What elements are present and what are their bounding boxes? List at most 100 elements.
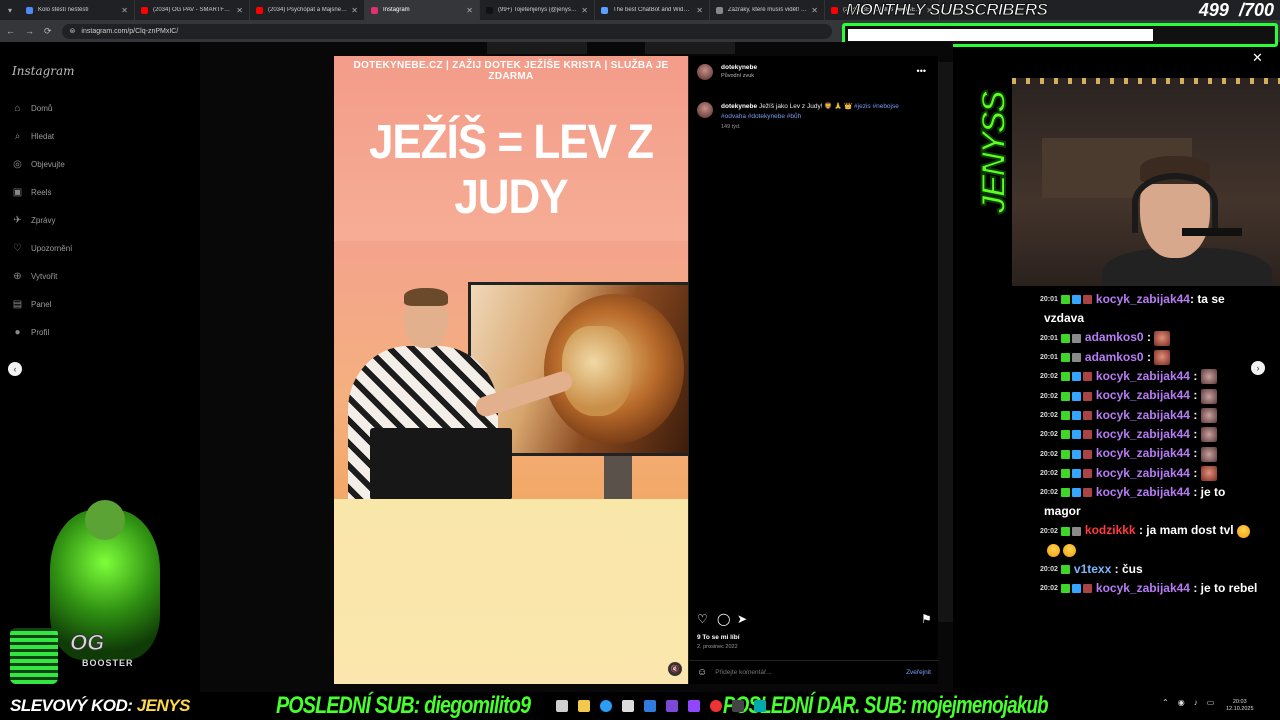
chat-emote-icon [1154,330,1171,346]
chat-username[interactable]: kocyk_zabijak44 [1096,446,1190,460]
browser-tab[interactable]: (2034) Psychopat a Majsner vy... ✕ [250,0,365,20]
chat-username[interactable]: kocyk_zabijak44 [1096,466,1190,480]
url-input[interactable]: ⊜ instagram.com/p/Clq-znPMxIC/ [61,23,832,39]
app-icon[interactable] [732,700,744,712]
chat-badge-icon [1071,584,1081,594]
close-icon[interactable]: ✕ [1252,50,1263,66]
browser-tab[interactable]: (99+) Tojetenjenys (@jenysm... ✕ [480,0,595,20]
chat-badge-icon [1082,488,1092,498]
like-icon[interactable]: ♡ [697,612,708,626]
subscriber-goal-overlay: MONTHLY SUBSCRIBERS 499 /700 [842,0,1280,48]
browser-tab[interactable]: The best ChatBot and Widge... ✕ [595,0,710,20]
store-icon[interactable] [622,700,634,712]
share-icon[interactable]: ➤ [737,612,747,626]
system-clock[interactable]: 20:03 12.10.2025 [1226,699,1254,713]
chat-username[interactable]: kocyk_zabijak44 [1096,427,1190,441]
chat-emote-icon [1200,465,1217,481]
reload-icon[interactable]: ⟳ [44,26,52,37]
comment-icon[interactable]: ◯ [717,612,730,626]
audio-label[interactable]: Původní zvuk [721,73,757,79]
more-options-icon[interactable]: ••• [917,66,926,76]
network-icon[interactable]: ◉ [1178,698,1185,707]
chat-message: 20:01 adamkos0 : [1040,328,1280,347]
instagram-logo[interactable]: Instagram [12,64,75,78]
close-tab-icon[interactable]: ✕ [696,6,703,15]
subs-progress-fill [848,29,1154,41]
app-icon[interactable] [666,700,678,712]
avatar[interactable] [697,64,713,80]
chat-username[interactable]: kocyk_zabijak44 [1096,388,1190,402]
close-tab-icon[interactable]: ✕ [236,6,243,15]
back-icon[interactable]: ← [6,26,15,36]
emoji-icon[interactable]: ☺ [697,667,707,678]
tab-title: (99+) Tojetenjenys (@jenysm... [498,7,578,13]
sidebar-item-dashboard[interactable]: ▤ Panel [12,299,52,310]
browser-tab[interactable]: Instagram ✕ [365,0,480,20]
mail-icon[interactable] [644,700,656,712]
chat-time: 20:02 [1040,565,1058,573]
close-tab-icon[interactable]: ✕ [351,6,358,15]
close-tab-icon[interactable]: ✕ [121,6,128,15]
mute-icon[interactable]: 🔇 [668,662,682,676]
chat-time: 20:02 [1040,450,1058,458]
tab-favicon-icon [371,6,378,14]
browser-tab[interactable]: Kolo štěstí neštěstí ✕ [20,0,135,20]
caption-username[interactable]: dotekynebe [721,103,757,110]
chat-username[interactable]: kocyk_zabijak44 [1096,292,1190,306]
chat-badge-icon [1071,449,1081,459]
chat-time: 20:01 [1040,353,1058,361]
browser-tab[interactable]: (2034) OG PAV - SMARTFELL... ✕ [135,0,250,20]
previous-post-icon[interactable]: ‹ [8,362,22,376]
chat-username[interactable]: adamkos0 [1085,330,1144,344]
sidebar-item-search[interactable]: ⌕ Hledat [12,131,54,142]
likes-count[interactable]: 9 To se mi líbí [697,634,740,641]
chat-message: 20:01 adamkos0 : [1040,348,1280,367]
post-username[interactable]: dotekynebe [721,64,757,71]
sidebar-item-reels[interactable]: ▣ Reels [12,187,52,198]
tab-title: (2034) OG PAV - SMARTFELL... [153,7,233,13]
chat-username[interactable]: kocyk_zabijak44 [1096,408,1190,422]
post-video[interactable]: DOTEKYNEBE.CZ | ZAŽIJ DOTEK JEŽÍŠE KRIST… [334,56,688,684]
chat-username[interactable]: v1texx [1074,562,1111,576]
tab-title: (2034) Psychopat a Majsner vy... [268,7,348,13]
file-explorer-icon[interactable] [556,700,568,712]
post-comment-button[interactable]: Zveřejnit [906,669,931,676]
site-info-icon[interactable]: ⊜ [70,27,76,35]
sidebar-item-profile[interactable]: ● Profil [12,327,49,338]
chat-username[interactable]: kocyk_zabijak44 [1096,369,1190,383]
close-tab-icon[interactable]: ✕ [466,6,473,15]
sidebar-item-home[interactable]: ⌂ Domů [12,103,52,114]
chat-time: 20:02 [1040,431,1058,439]
sidebar-item-label: Domů [31,104,53,113]
app-icon[interactable] [710,700,722,712]
chevron-up-icon[interactable]: ⌃ [1162,698,1169,707]
sidebar-item-compass[interactable]: ◎ Objevujte [12,159,65,170]
close-tab-icon[interactable]: ✕ [581,6,588,15]
chat-text: : je to [1189,484,1226,499]
chat-text: : [1143,349,1151,364]
chat-username[interactable]: adamkos0 [1085,350,1144,364]
sidebar-item-messages[interactable]: ✈ Zprávy [12,215,55,226]
folder-icon[interactable] [578,700,590,712]
chat-message-continuation: vzdava [1044,311,1085,326]
chat-username[interactable]: kocyk_zabijak44 [1096,581,1190,595]
twitch-icon[interactable] [688,700,700,712]
sidebar-item-heart[interactable]: ♡ Upozornění [12,243,72,254]
battery-icon[interactable]: ▭ [1207,698,1215,707]
app-icon[interactable] [754,700,766,712]
chat-badge-icon [1060,526,1070,536]
sidebar-item-label: Reels [31,188,52,197]
avatar[interactable] [697,102,713,118]
volume-icon[interactable]: ♪ [1194,698,1198,707]
chat-username[interactable]: kocyk_zabijak44 [1096,485,1190,499]
sidebar-item-create[interactable]: ⊕ Vytvořit [12,271,57,282]
tab-search-button[interactable]: ▾ [0,0,20,20]
home-icon: ⌂ [14,103,21,114]
chat-username[interactable]: kodzikkk [1085,523,1136,537]
forward-icon[interactable]: → [25,26,34,36]
save-icon[interactable]: ⚑ [921,612,932,626]
edge-icon[interactable] [600,700,612,712]
close-tab-icon[interactable]: ✕ [811,6,818,15]
browser-tab[interactable]: Zázraky, které musíš vidět! - ... ✕ [710,0,825,20]
comment-input[interactable] [715,669,899,676]
